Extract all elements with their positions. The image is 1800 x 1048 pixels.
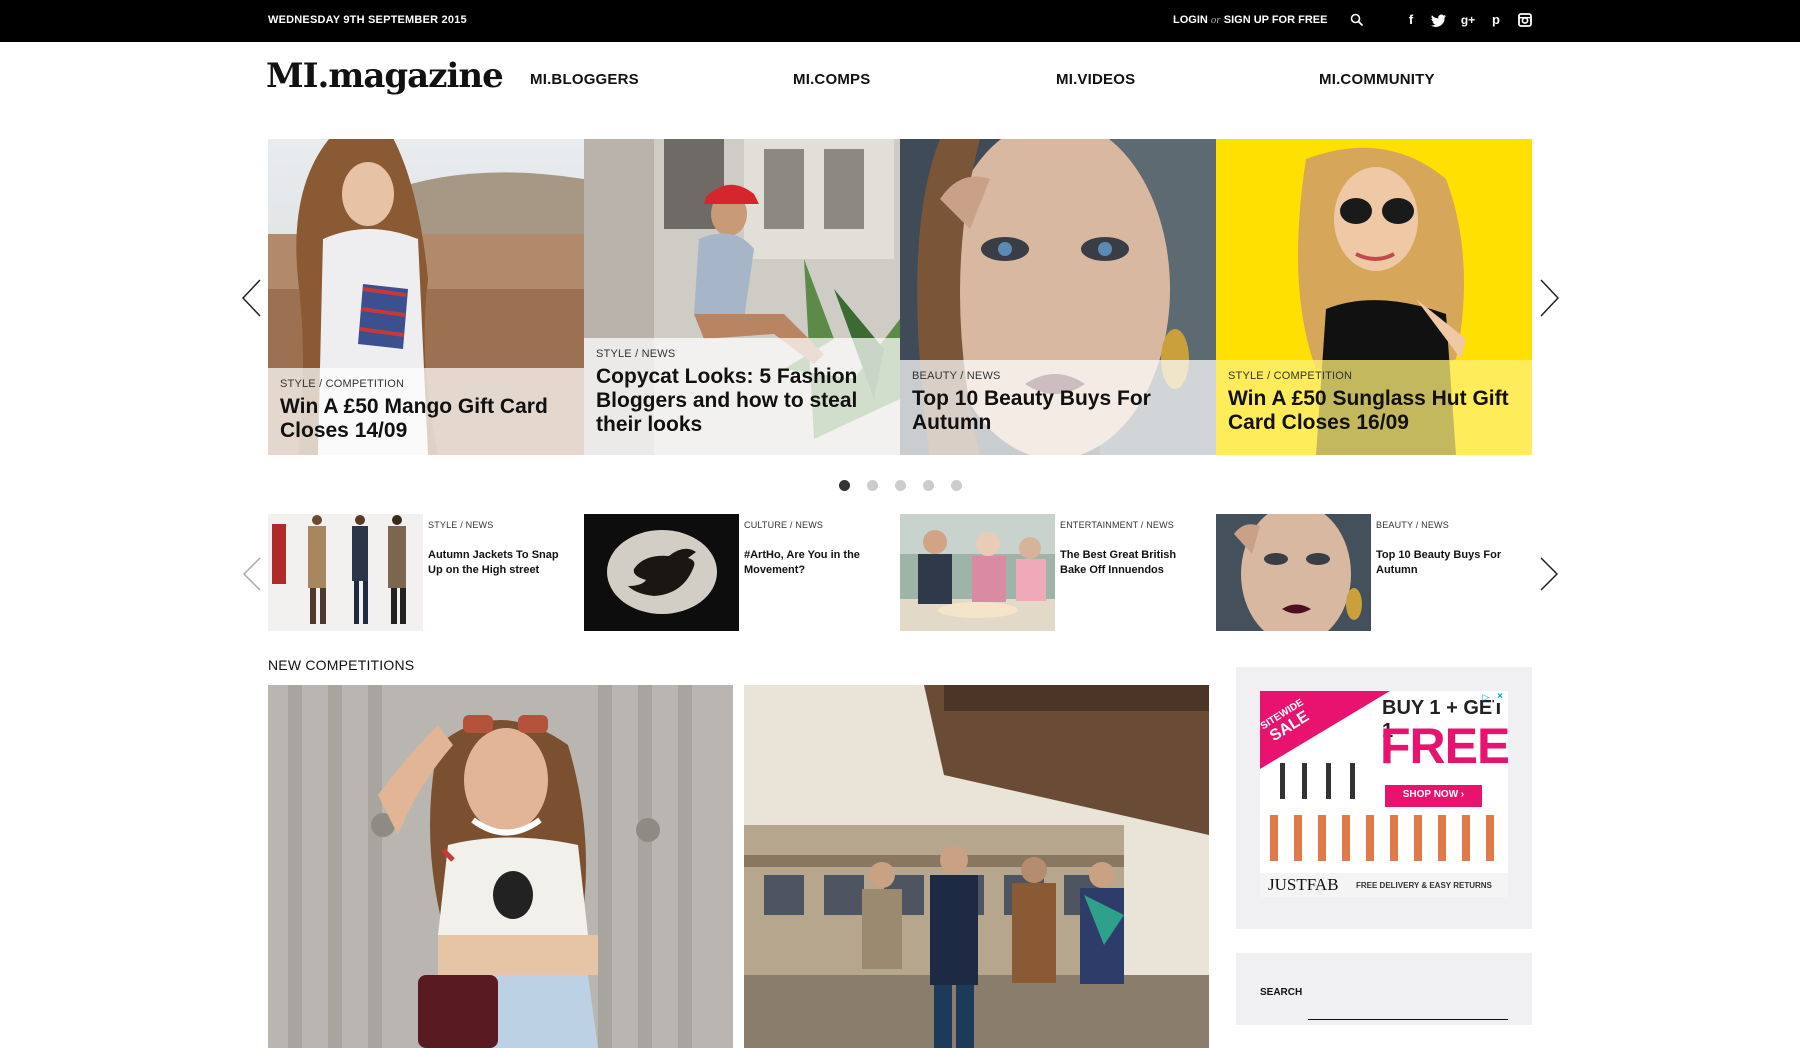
competition-card[interactable] [268,685,733,1048]
slide-title[interactable]: Top 10 Beauty Buys For Autumn [912,387,1204,435]
thumb-category: STYLE / NEWS [428,520,494,530]
facebook-icon[interactable]: f [1402,11,1420,29]
advertisement[interactable]: SITEWIDE SALE BUY 1 + GET 1 FREE* SHOP N… [1260,691,1508,897]
carousel-dot[interactable] [895,480,906,491]
slide-category: STYLE / NEWS [596,348,676,360]
thumbs-next-arrow[interactable] [1537,554,1561,594]
slide-title[interactable]: Win A £50 Mango Gift Card Closes 14/09 [280,395,572,443]
carousel-dot[interactable] [923,480,934,491]
carousel-slide[interactable]: STYLE / COMPETITION Win A £50 Sunglass H… [1216,139,1532,455]
thumb-image[interactable] [1216,514,1371,631]
slide-title[interactable]: Copycat Looks: 5 Fashion Bloggers and ho… [596,365,888,437]
login-link[interactable]: LOGIN [1173,14,1208,26]
nav-item-videos[interactable]: MI.VIDEOS [1056,71,1135,88]
current-date: WEDNESDAY 9TH SEPTEMBER 2015 [268,14,467,26]
slide-caption: STYLE / COMPETITION Win A £50 Sunglass H… [1216,360,1532,455]
thumb-text: CULTURE / NEWS #ArtHo, Are You in the Mo… [744,520,889,578]
thumb-image[interactable] [584,514,739,631]
slide-category: STYLE / COMPETITION [1228,370,1353,382]
thumb-title[interactable]: The Best Great British Bake Off Innuendo… [1060,548,1205,578]
ad-free-word: FREE [1380,718,1508,774]
thumb-title[interactable]: Top 10 Beauty Buys For Autumn [1376,548,1521,578]
competition-image [744,685,1209,1048]
top-bar: WEDNESDAY 9TH SEPTEMBER 2015 LOGIN or SI… [0,0,1800,42]
thumb-title[interactable]: #ArtHo, Are You in the Movement? [744,548,889,578]
pinterest-icon[interactable]: p [1487,11,1505,29]
carousel-dot[interactable] [867,480,878,491]
slide-caption: STYLE / COMPETITION Win A £50 Mango Gift… [268,368,584,455]
signup-link[interactable]: SIGN UP FOR FREE [1224,14,1328,26]
slide-title[interactable]: Win A £50 Sunglass Hut Gift Card Closes … [1228,387,1520,435]
thumb-text: BEAUTY / NEWS Top 10 Beauty Buys For Aut… [1376,520,1521,578]
account-links: LOGIN or SIGN UP FOR FREE [1173,14,1327,26]
nav-item-community[interactable]: MI.COMMUNITY [1319,71,1435,88]
section-heading: NEW COMPETITIONS [268,657,415,673]
slide-category: STYLE / COMPETITION [280,378,405,390]
search-label: SEARCH [1260,987,1303,998]
thumb-category: CULTURE / NEWS [744,520,824,530]
ad-brand: JUSTFAB [1268,875,1339,894]
carousel-dot[interactable] [951,480,962,491]
thumb-title[interactable]: Autumn Jackets To Snap Up on the High st… [428,548,573,578]
ad-info-icon[interactable]: ▷ [1480,691,1492,703]
carousel-slide[interactable]: STYLE / COMPETITION Win A £50 Mango Gift… [268,139,584,455]
carousel-slide[interactable]: BEAUTY / NEWS Top 10 Beauty Buys For Aut… [900,139,1216,455]
thumb-text: STYLE / NEWS Autumn Jackets To Snap Up o… [428,520,573,578]
twitter-icon[interactable] [1430,12,1448,30]
site-logo[interactable]: MI.magazine [266,56,504,96]
thumb-text: ENTERTAINMENT / NEWS The Best Great Brit… [1060,520,1205,578]
thumb-category: BEAUTY / NEWS [1376,520,1449,530]
ad-cta-button[interactable]: SHOP NOW › [1385,789,1482,800]
google-plus-icon[interactable]: g+ [1459,11,1477,29]
carousel-prev-arrow[interactable] [240,278,264,318]
slide-category: BEAUTY / NEWS [912,370,1001,382]
thumb-image[interactable] [268,514,423,631]
thumbs-prev-arrow[interactable] [240,554,264,594]
carousel-slide[interactable]: STYLE / NEWS Copycat Looks: 5 Fashion Bl… [584,139,900,455]
competition-image [268,685,733,1048]
carousel-next-arrow[interactable] [1537,278,1561,318]
search-input[interactable] [1308,998,1508,1020]
sidebar-ad-box: SITEWIDE SALE BUY 1 + GET 1 FREE* SHOP N… [1236,667,1532,929]
ad-close-icon[interactable]: × [1494,691,1506,703]
thumb-image[interactable] [900,514,1055,631]
sidebar-search-box: SEARCH [1236,953,1532,1025]
ad-footer: FREE DELIVERY & EASY RETURNS [1356,881,1492,890]
ad-free-text: FREE* [1380,717,1508,775]
slide-caption: BEAUTY / NEWS Top 10 Beauty Buys For Aut… [900,360,1216,455]
search-icon[interactable] [1350,13,1364,27]
nav-item-comps[interactable]: MI.COMPS [793,71,870,88]
or-text: or [1210,14,1221,26]
slide-caption: STYLE / NEWS Copycat Looks: 5 Fashion Bl… [584,338,900,455]
instagram-icon[interactable] [1516,11,1534,29]
competition-card[interactable] [744,685,1209,1048]
thumb-category: ENTERTAINMENT / NEWS [1060,520,1175,530]
carousel-dot[interactable] [839,480,850,491]
nav-item-bloggers[interactable]: MI.BLOGGERS [530,71,639,88]
